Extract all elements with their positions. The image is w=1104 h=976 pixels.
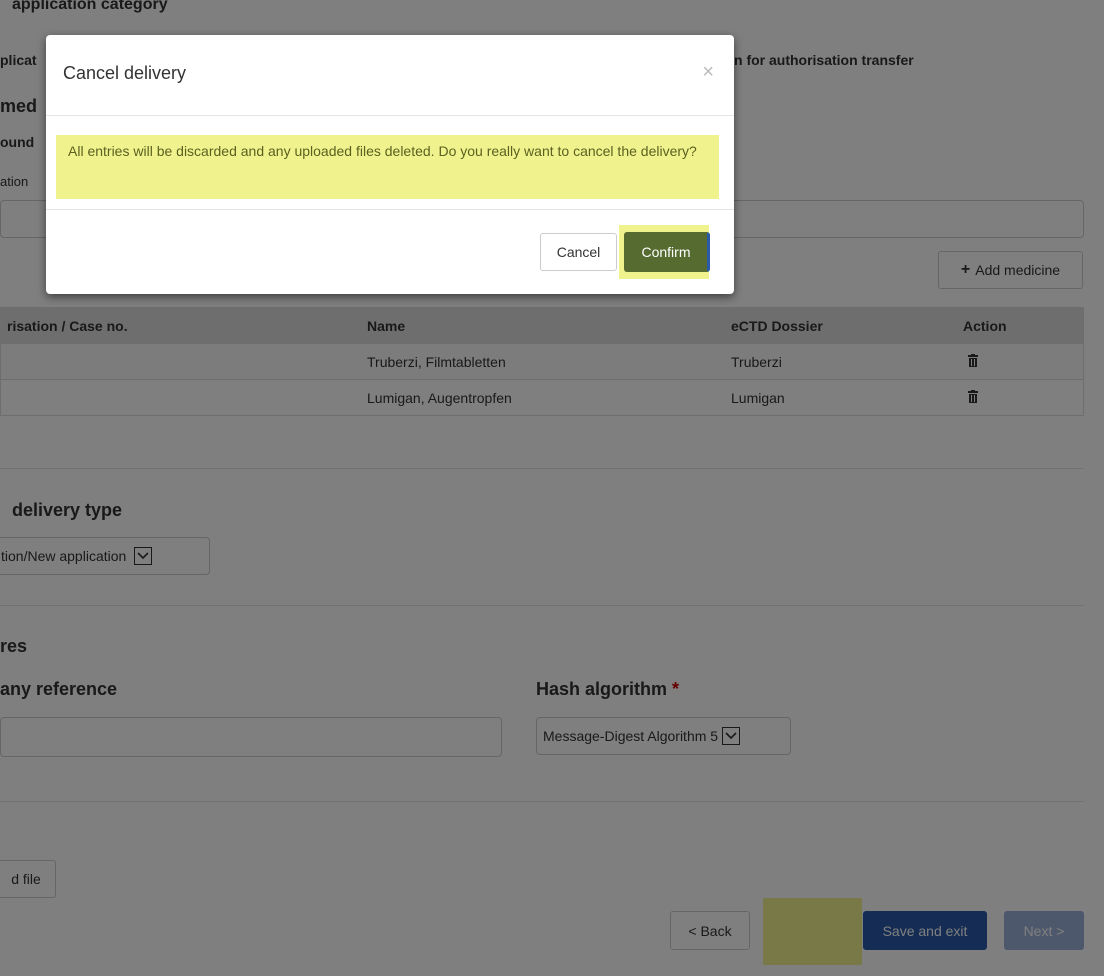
close-icon[interactable]: × <box>702 61 714 84</box>
confirm-label: Confirm <box>641 244 691 260</box>
dialog-header: Cancel delivery × <box>46 35 734 116</box>
dialog-cancel-button[interactable]: Cancel <box>540 233 617 271</box>
dialog-cancel-label: Cancel <box>556 244 601 260</box>
cancel-delivery-dialog: Cancel delivery × All entries will be di… <box>46 35 734 294</box>
warning-message: All entries will be discarded and any up… <box>56 135 719 199</box>
dialog-title: Cancel delivery <box>63 63 187 83</box>
confirm-button[interactable]: Confirm <box>624 232 710 272</box>
dialog-footer: Cancel Confirm <box>46 209 734 295</box>
